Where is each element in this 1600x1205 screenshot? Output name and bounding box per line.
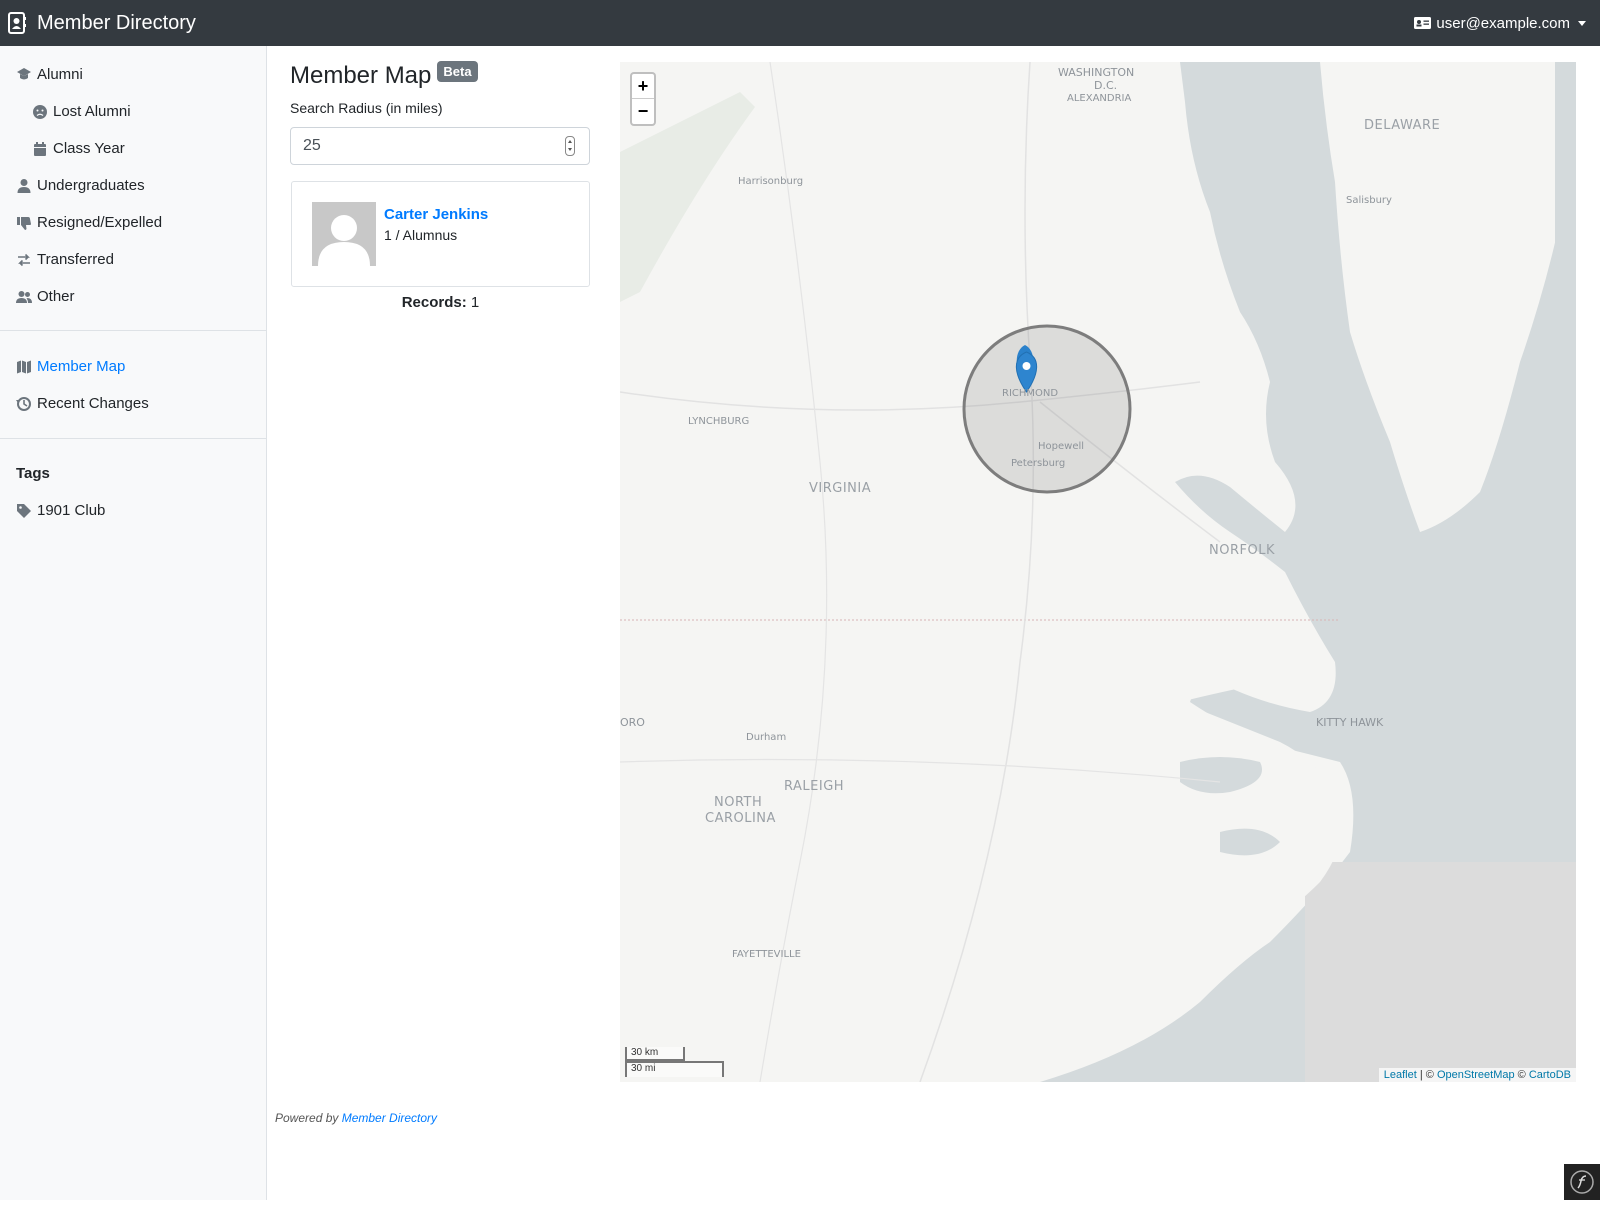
openstreetmap-link[interactable]: OpenStreetMap [1437, 1069, 1515, 1081]
map-label: KITTY HAWK [1316, 716, 1384, 729]
leaflet-link[interactable]: Leaflet [1384, 1069, 1417, 1081]
brand-name: Member Directory [37, 11, 196, 34]
tags-heading: Tags [16, 465, 50, 482]
sidebar-item-other[interactable]: Other [16, 288, 75, 305]
cartodb-link[interactable]: CartoDB [1529, 1069, 1571, 1081]
footer-prefix: Powered by [275, 1111, 342, 1125]
map-label: Salisbury [1346, 195, 1392, 206]
map-icon [17, 360, 31, 373]
map-label: FAYETTEVILLE [732, 949, 801, 960]
map-tiles [620, 62, 1576, 1082]
zoom-control: + − [630, 72, 656, 126]
sidebar-item-member-map[interactable]: Member Map [16, 358, 125, 375]
member-card: Carter Jenkins 1 / Alumnus [291, 181, 590, 287]
map-label: D.C. [1094, 79, 1118, 92]
sidebar-item-label: Recent Changes [37, 395, 149, 412]
map-label: WASHINGTON [1058, 66, 1135, 79]
footer-link[interactable]: Member Directory [342, 1111, 437, 1125]
sidebar-item-label: Resigned/Expelled [37, 214, 163, 231]
records-count: Records: 1 [291, 294, 590, 311]
map-label: NORTH [714, 795, 763, 810]
map-label: Durham [746, 732, 787, 743]
graduation-cap-icon [17, 67, 31, 79]
sidebar-item-undergraduates[interactable]: Undergraduates [16, 177, 145, 194]
attribution-separator: © [1514, 1069, 1529, 1081]
sidebar-item-tag-1901-club[interactable]: 1901 Club [16, 502, 105, 519]
map-label: Hopewell [1038, 441, 1085, 452]
sidebar-item-resigned-expelled[interactable]: Resigned/Expelled [16, 214, 162, 231]
sidebar: Alumni Lost Alumni Class Year Undergradu… [0, 46, 267, 1200]
user-email: user@example.com [1436, 14, 1570, 32]
map-label: DELAWARE [1364, 118, 1441, 133]
zoom-out-button[interactable]: − [632, 99, 654, 124]
map-label: NORFOLK [1209, 543, 1275, 558]
number-stepper-icon[interactable] [565, 136, 575, 156]
map-label: VIRGINIA [809, 481, 872, 496]
records-label: Records: [401, 294, 467, 311]
sidebar-item-lost-alumni[interactable]: Lost Alumni [32, 103, 131, 120]
radius-input[interactable] [290, 127, 590, 165]
sidebar-divider [0, 438, 267, 439]
sidebar-item-label: Lost Alumni [53, 103, 131, 120]
symfony-icon [1570, 1170, 1594, 1194]
tag-icon [17, 503, 31, 518]
member-name-link[interactable]: Carter Jenkins [384, 206, 488, 223]
address-book-icon [8, 12, 26, 34]
scale-mi: 30 mi [625, 1061, 724, 1077]
sidebar-item-label: Class Year [53, 140, 125, 157]
sidebar-item-label: Other [37, 288, 75, 305]
map-attribution: Leaflet | © OpenStreetMap © CartoDB [1378, 1068, 1576, 1082]
calendar-icon [34, 141, 46, 156]
sidebar-item-alumni[interactable]: Alumni [16, 66, 83, 83]
chevron-down-icon [1578, 20, 1586, 26]
history-icon [16, 396, 31, 411]
attribution-separator: | © [1416, 1069, 1437, 1081]
map-label: CAROLINA [705, 811, 776, 826]
page-title: Member Map Beta [290, 60, 478, 90]
zoom-in-button[interactable]: + [632, 74, 654, 99]
sidebar-item-label: Undergraduates [37, 177, 145, 194]
member-subtitle: 1 / Alumnus [384, 227, 458, 243]
sidebar-item-class-year[interactable]: Class Year [32, 140, 125, 157]
sidebar-divider [0, 330, 267, 331]
member-map[interactable]: + − WASHINGTON D.C. ALEXANDRIA DELAWARE … [620, 62, 1576, 1082]
avatar [312, 202, 376, 266]
footer: Powered by Member Directory [275, 1111, 437, 1125]
user-menu-dropdown[interactable]: user@example.com [1414, 0, 1586, 46]
sidebar-item-recent-changes[interactable]: Recent Changes [16, 395, 149, 412]
sidebar-item-label: Member Map [37, 358, 126, 375]
beta-badge: Beta [437, 60, 478, 82]
map-label: RALEIGH [784, 779, 845, 794]
scale-km: 30 km [625, 1047, 685, 1061]
brand-link[interactable]: Member Directory [8, 12, 196, 35]
sidebar-item-label: 1901 Club [37, 502, 106, 519]
user-icon [17, 178, 31, 193]
users-icon [16, 290, 32, 303]
sidebar-item-label: Transferred [37, 251, 114, 268]
exchange-icon [18, 253, 30, 266]
map-label: RICHMOND [1002, 388, 1059, 399]
page-title-text: Member Map [290, 62, 432, 89]
radius-label: Search Radius (in miles) [290, 100, 443, 116]
map-label: Harrisonburg [738, 176, 804, 187]
top-navbar: Member Directory user@example.com [0, 0, 1600, 46]
sidebar-item-label: Alumni [37, 66, 83, 83]
id-card-icon [1414, 17, 1432, 29]
map-label: ALEXANDRIA [1067, 93, 1132, 104]
frown-icon [33, 104, 47, 119]
records-value: 1 [470, 294, 480, 311]
map-label: LYNCHBURG [688, 416, 750, 427]
map-label: Petersburg [1011, 458, 1066, 469]
thumbs-down-icon [17, 216, 31, 230]
symfony-toolbar-button[interactable] [1564, 1164, 1600, 1200]
sidebar-item-transferred[interactable]: Transferred [16, 251, 114, 268]
map-label: ORO [620, 716, 645, 729]
